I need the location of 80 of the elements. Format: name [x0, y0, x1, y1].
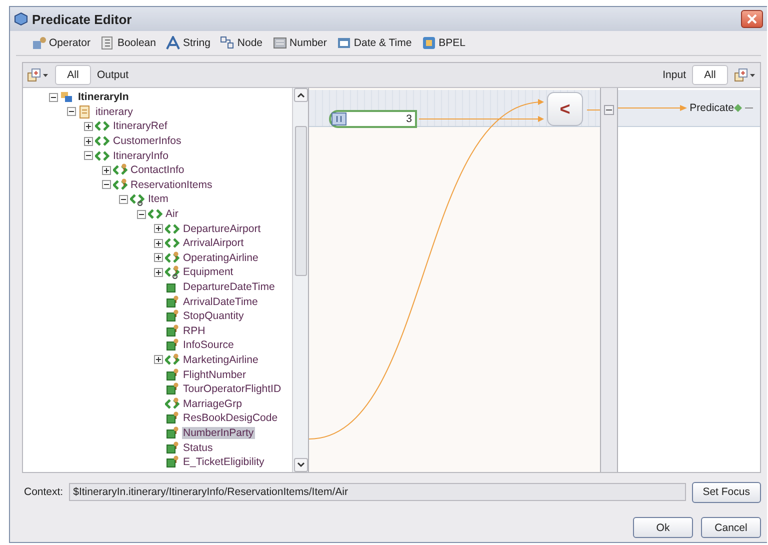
- scroll-down-icon[interactable]: [296, 462, 305, 468]
- toolbar-button[interactable]: Date & Time: [336, 36, 412, 50]
- number-value: 3: [405, 113, 414, 125]
- add-node-icon[interactable]: [27, 68, 49, 82]
- expand-icon[interactable]: [102, 166, 110, 175]
- predicate-label: Predicate: [690, 102, 734, 114]
- operator-icon: [32, 36, 46, 50]
- tree-item[interactable]: InfoSource: [182, 339, 235, 352]
- toolbar-button[interactable]: BPEL: [422, 36, 466, 50]
- context-field[interactable]: $ItineraryIn.itinerary/ItineraryInfo/ReservationItems/Item/Air: [69, 483, 686, 501]
- toolbar-button[interactable]: Number: [272, 36, 327, 50]
- connector-arrow: [618, 104, 688, 112]
- collapse-icon[interactable]: [102, 180, 110, 190]
- bpel-icon: [422, 36, 436, 50]
- panel-title: Output: [97, 69, 129, 81]
- letter-icon: [166, 36, 180, 50]
- tree-item[interactable]: Air: [164, 208, 180, 220]
- add-node-icon[interactable]: [734, 68, 756, 82]
- collapse-icon[interactable]: [66, 107, 76, 116]
- calendar-icon: [336, 36, 351, 50]
- close-icon[interactable]: [747, 14, 757, 24]
- collapse-icon[interactable]: [604, 105, 614, 115]
- scrollbar[interactable]: [292, 88, 308, 472]
- expand-icon[interactable]: [84, 136, 93, 146]
- set-focus-button[interactable]: Set Focus: [692, 482, 761, 502]
- tree-item[interactable]: Equipment: [182, 266, 234, 278]
- tree-item[interactable]: TourOperatorFlightID: [182, 383, 282, 396]
- tree-item[interactable]: MarriageGrp: [182, 398, 243, 410]
- tree-item[interactable]: ItineraryInfo: [112, 150, 170, 162]
- dialog-button[interactable]: Ok: [633, 517, 693, 538]
- expand-icon[interactable]: [84, 122, 93, 131]
- collapse-icon[interactable]: [119, 194, 128, 204]
- window-title: Predicate Editor: [32, 12, 133, 26]
- tree-item[interactable]: Status: [182, 442, 214, 454]
- expand-icon[interactable]: [154, 253, 163, 262]
- tree-item[interactable]: itinerary: [94, 106, 134, 118]
- close-button[interactable]: [741, 10, 763, 28]
- collapse-icon[interactable]: [84, 151, 93, 160]
- calculator-icon: [272, 36, 287, 50]
- tree-item[interactable]: OperatingAirline: [182, 252, 260, 264]
- cube-icon: [14, 12, 28, 26]
- tree-item[interactable]: ArrivalAirport: [182, 237, 245, 250]
- expand-icon[interactable]: [154, 238, 163, 248]
- toolbar-button[interactable]: Operator: [32, 36, 90, 50]
- toolbar-button[interactable]: String: [166, 36, 210, 50]
- filter-tab[interactable]: All: [55, 65, 91, 85]
- filter-tab[interactable]: All: [692, 65, 728, 85]
- tree-item[interactable]: MarketingAirline: [182, 354, 260, 366]
- toolbar-button[interactable]: Node: [220, 36, 263, 50]
- tree-item[interactable]: ItineraryRef: [112, 120, 168, 132]
- tree-item[interactable]: ReservationItems: [130, 178, 214, 191]
- tree-item[interactable]: ContactInfo: [130, 164, 186, 176]
- nodes-icon: [220, 36, 234, 50]
- dialog-button[interactable]: Cancel: [701, 517, 761, 538]
- tree-item[interactable]: ResBookDesigCode: [182, 412, 279, 424]
- expand-icon[interactable]: [154, 268, 163, 277]
- expand-icon[interactable]: [154, 224, 163, 234]
- context-label: Context:: [24, 486, 64, 498]
- expand-icon[interactable]: [154, 355, 163, 364]
- tree-item[interactable]: CustomerInfos: [112, 135, 182, 148]
- scroll-up-icon[interactable]: [296, 92, 305, 98]
- number-icon: [331, 112, 348, 126]
- panel-title: Input: [662, 69, 686, 81]
- number-literal-node[interactable]: 3: [329, 110, 418, 128]
- tree-item[interactable]: Item: [147, 193, 170, 206]
- toolbar-button[interactable]: Boolean: [100, 36, 156, 50]
- collapse-icon[interactable]: [49, 92, 58, 102]
- tree-item[interactable]: ItineraryIn: [77, 91, 130, 104]
- document-icon: [100, 36, 114, 50]
- tree-item[interactable]: StopQuantity: [182, 310, 245, 322]
- tree-item[interactable]: RPH: [182, 324, 206, 337]
- collapse-icon[interactable]: [136, 210, 146, 219]
- tree-item[interactable]: DepartureDateTime: [182, 281, 276, 294]
- tree-item[interactable]: NumberInParty: [182, 426, 255, 439]
- tree-item[interactable]: DepartureAirport: [182, 222, 262, 235]
- tree-item[interactable]: ArrivalDateTime: [182, 296, 259, 308]
- less-than-operator[interactable]: <: [547, 92, 584, 126]
- tree-item[interactable]: E_TicketEligibility: [182, 456, 266, 468]
- diamond-icon: [734, 104, 754, 112]
- tree-item[interactable]: FlightNumber: [182, 368, 248, 381]
